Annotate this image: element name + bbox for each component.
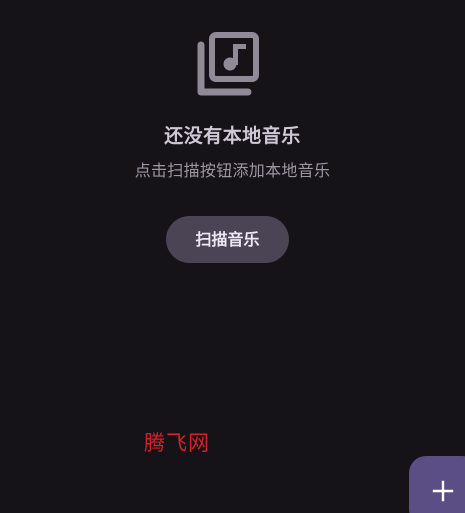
empty-state: 还没有本地音乐 点击扫描按钮添加本地音乐 扫描音乐 [0,0,465,300]
plus-icon [432,480,454,502]
local-music-screen: 还没有本地音乐 点击扫描按钮添加本地音乐 扫描音乐 腾飞网 [0,0,465,513]
empty-subtitle: 点击扫描按钮添加本地音乐 [134,161,331,180]
scan-music-button[interactable]: 扫描音乐 [166,216,289,263]
watermark-text: 腾飞网 [144,431,210,455]
music-library-icon [194,31,262,99]
empty-title: 还没有本地音乐 [164,125,301,147]
add-fab-button[interactable] [409,456,465,513]
